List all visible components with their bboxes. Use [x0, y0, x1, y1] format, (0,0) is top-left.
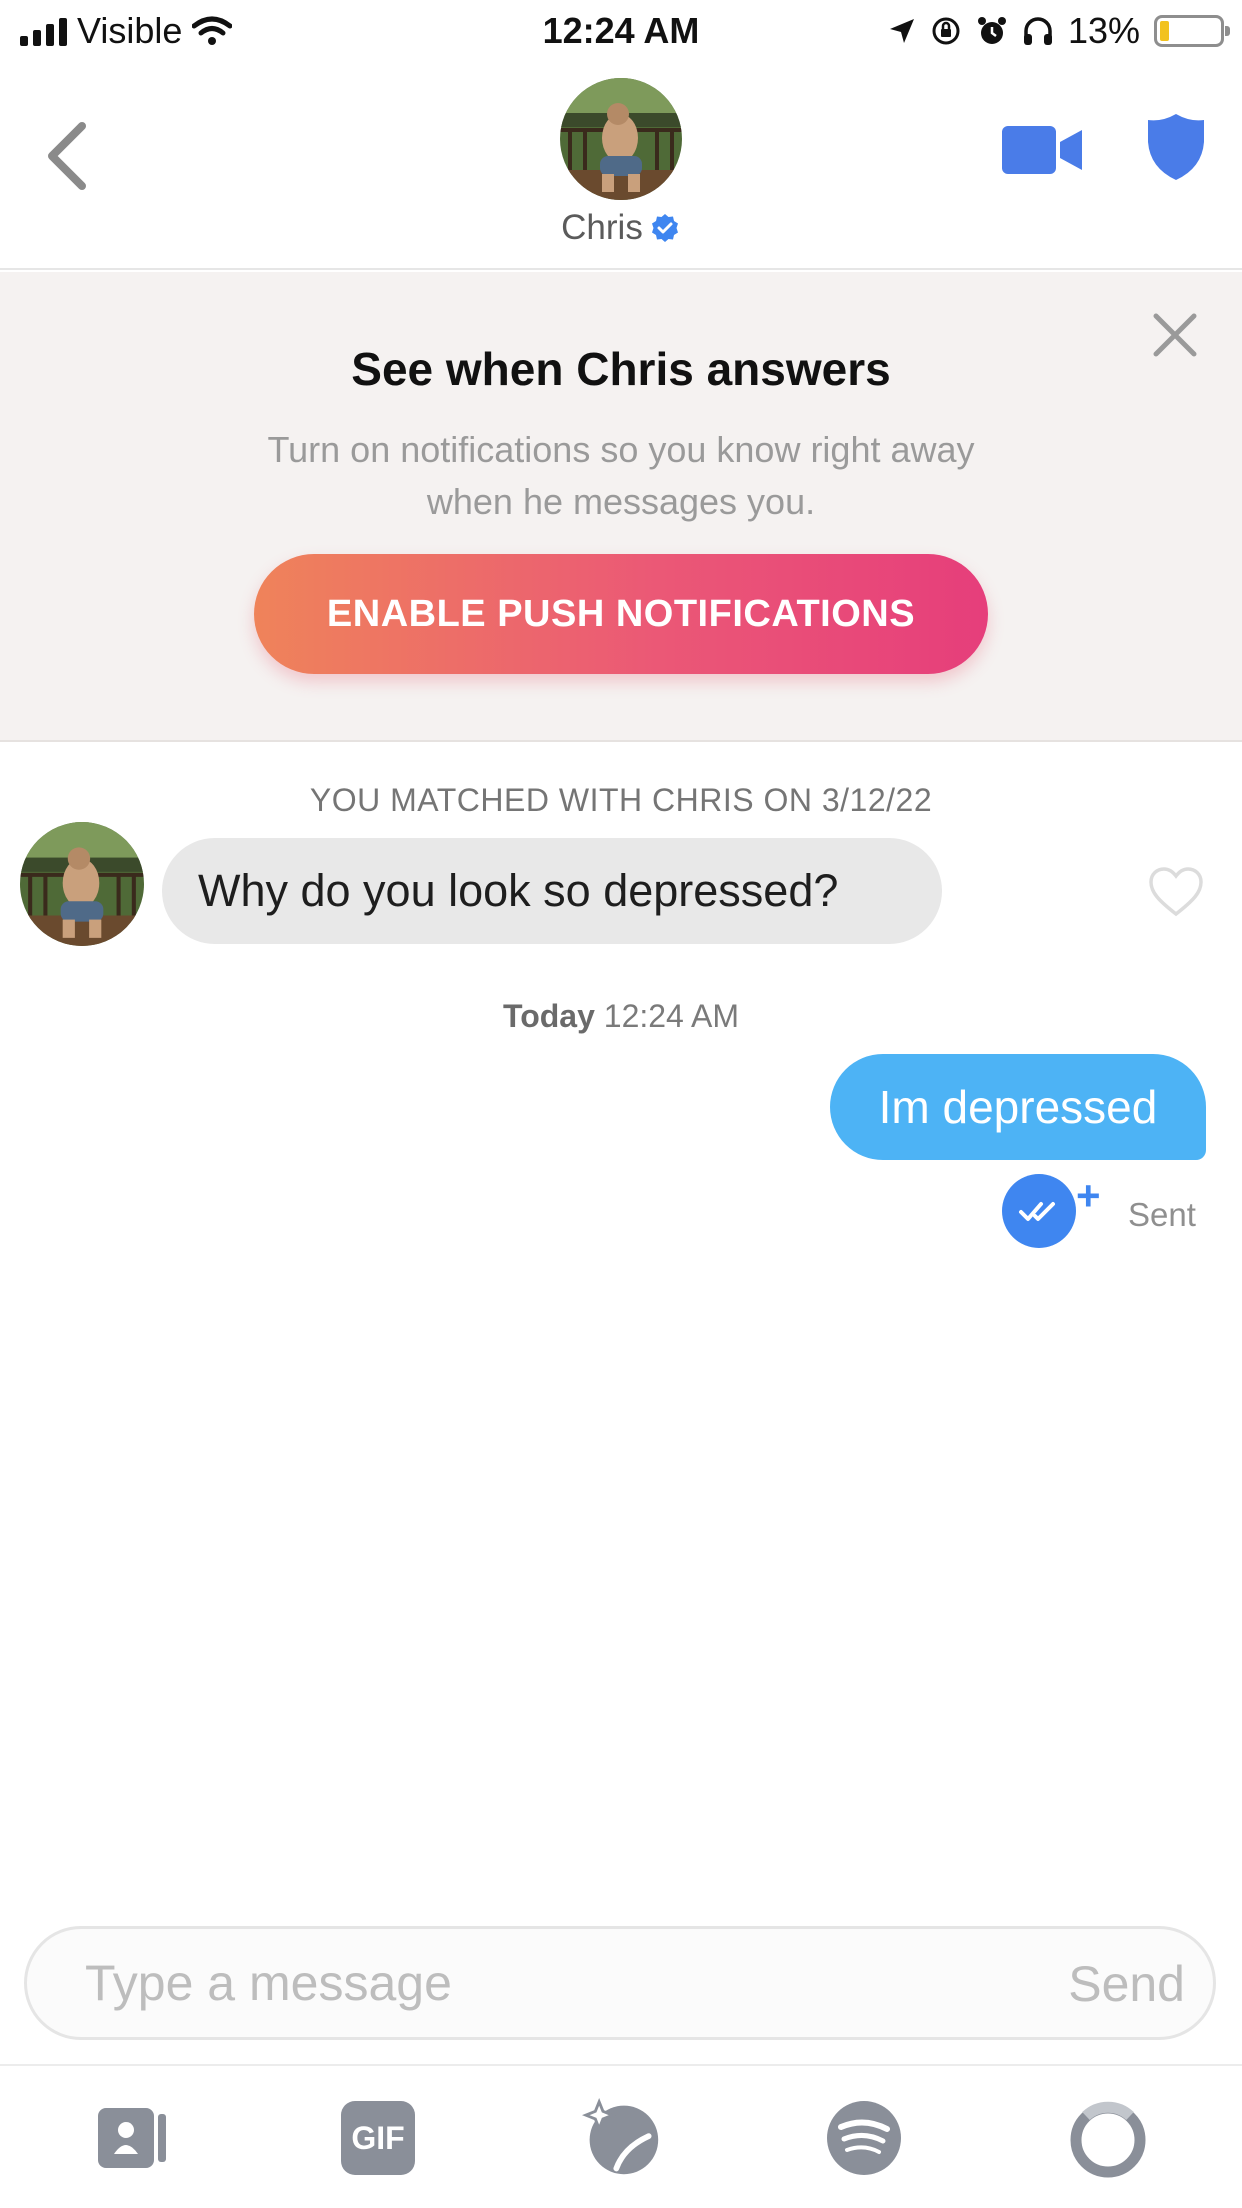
video-call-button[interactable]: [1000, 120, 1086, 180]
sparkle-sticker-icon: [582, 2097, 659, 2175]
notification-banner: See when Chris answers Turn on notificat…: [0, 272, 1242, 742]
contact-card-icon: [98, 2108, 166, 2168]
location-arrow-icon: [889, 19, 914, 43]
chevron-left-icon: [48, 122, 86, 190]
spotify-button[interactable]: [824, 2098, 904, 2178]
double-check-icon: [1019, 1202, 1055, 1221]
outgoing-message-bubble[interactable]: Im depressed: [830, 1054, 1206, 1160]
ring-icon: [1070, 2101, 1146, 2178]
ring-button[interactable]: [1068, 2098, 1148, 2178]
shield-icon: [1148, 114, 1204, 180]
contact-name-row[interactable]: Chris: [0, 208, 1242, 248]
incoming-message-text: Why do you look so depressed?: [198, 865, 839, 916]
heart-icon: [1149, 867, 1203, 917]
timestamp-day: Today: [503, 998, 595, 1034]
battery-percent: 13%: [1067, 10, 1140, 51]
match-info: YOU MATCHED WITH CHRIS ON 3/12/22: [309, 782, 933, 818]
read-receipt-plus-icon[interactable]: +: [1076, 1175, 1101, 1217]
status-bar: Visible 12:24 AM 13%: [0, 0, 1242, 66]
incoming-message-bubble[interactable]: Why do you look so depressed?: [162, 838, 942, 944]
message-status: Sent: [1128, 1196, 1196, 1233]
enable-push-notifications-button[interactable]: ENABLE PUSH NOTIFICATIONS: [254, 554, 988, 674]
battery-icon: [1154, 15, 1230, 47]
send-button[interactable]: Send: [1068, 1955, 1185, 2013]
message-composer: Send: [24, 1926, 1216, 2040]
spotify-icon: [827, 2101, 901, 2175]
contact-name: Chris: [561, 208, 643, 247]
sender-avatar[interactable]: [20, 822, 144, 946]
gif-button[interactable]: GIF: [338, 2098, 418, 2178]
message-input[interactable]: [85, 1929, 985, 2037]
message-timestamp: Today 12:24 AM: [0, 998, 1242, 1035]
banner-title: See when Chris answers: [351, 343, 891, 395]
like-message-button[interactable]: [1148, 866, 1204, 918]
verified-badge-icon: [651, 214, 678, 242]
stickers-button[interactable]: [582, 2097, 662, 2178]
safety-shield-button[interactable]: [1146, 112, 1206, 182]
status-bar-right: 13%: [888, 10, 1230, 52]
video-camera-icon: [1002, 126, 1082, 174]
back-button[interactable]: [38, 106, 98, 206]
rotation-lock-icon: [932, 17, 960, 45]
gif-icon: GIF: [341, 2101, 415, 2175]
sender-photo: [20, 822, 144, 946]
alarm-icon: [977, 17, 1006, 44]
read-receipt-icon[interactable]: [1002, 1174, 1076, 1248]
profile-photo: [560, 78, 682, 200]
banner-description: Turn on notifications so you know right …: [267, 429, 975, 522]
share-contact-button[interactable]: [94, 2098, 174, 2178]
timestamp-time: 12:24 AM: [603, 998, 739, 1034]
profile-avatar[interactable]: [560, 78, 682, 200]
headphones-icon: [1023, 17, 1052, 45]
bottom-toolbar: GIF: [0, 2064, 1242, 2208]
outgoing-message-text: Im depressed: [878, 1081, 1158, 1133]
chat-header: Chris: [0, 66, 1242, 270]
